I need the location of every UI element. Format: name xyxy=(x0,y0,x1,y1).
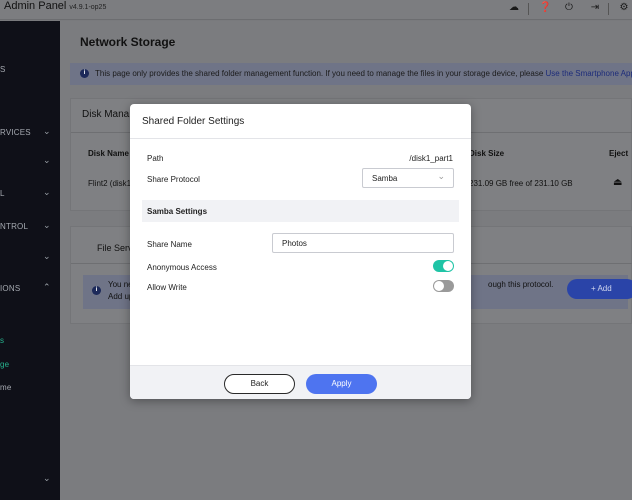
info-text-line3: ough this protocol. xyxy=(488,280,554,289)
chevron-down-icon: ⌄ xyxy=(43,251,51,261)
eject-icon[interactable]: ⏏ xyxy=(613,177,622,188)
sidebar-item-10[interactable]: me xyxy=(0,381,60,395)
sidebar-item-label: S xyxy=(0,65,6,74)
notice-text: This page only provides the shared folde… xyxy=(95,69,632,78)
divider xyxy=(608,3,609,15)
sidebar-item-2[interactable]: RVICES ⌄ xyxy=(0,126,60,140)
app-version: v4.9.1-op25 xyxy=(69,4,107,11)
dialog-footer: Back Apply xyxy=(130,365,471,399)
app-title: Admin Panel v4.9.1-op25 xyxy=(4,0,106,12)
info-icon: i xyxy=(92,286,101,295)
chevron-down-icon: ⌄ xyxy=(43,126,51,136)
back-button[interactable]: Back xyxy=(224,374,295,394)
logout-icon[interactable]: ⇥ xyxy=(589,2,601,14)
share-protocol-select[interactable]: Samba ⌄ xyxy=(362,168,454,188)
dialog-header: Shared Folder Settings xyxy=(130,104,471,139)
toggle-knob xyxy=(434,281,444,291)
dialog-title: Shared Folder Settings xyxy=(142,116,245,127)
toggle-knob xyxy=(443,261,453,271)
share-name-value: Photos xyxy=(282,239,307,248)
sidebar-item-label: L xyxy=(0,189,5,198)
sidebar-item-5[interactable]: NTROL ⌄ xyxy=(0,220,60,234)
chevron-up-icon: ⌃ xyxy=(43,282,51,292)
sidebar: S RVICES ⌄ ⌄ L ⌄ NTROL ⌄ ⌄ IONS ⌃ s ge me ⌄ xyxy=(0,21,60,500)
card-title: Disk Mana xyxy=(82,109,130,120)
apply-button[interactable]: Apply xyxy=(306,374,377,394)
sidebar-item-7[interactable]: IONS ⌃ xyxy=(0,282,60,296)
section-title: Samba Settings xyxy=(147,207,208,216)
path-value: /disk1_part1 xyxy=(409,154,453,163)
add-button[interactable]: + Add xyxy=(567,279,632,299)
notice-message: This page only provides the shared folde… xyxy=(95,69,544,78)
top-bar: Admin Panel v4.9.1-op25 ☁ ❓ ⏻ ⇥ ⚙ xyxy=(0,0,632,20)
chevron-down-icon: ⌄ xyxy=(437,171,445,181)
help-icon[interactable]: ❓ xyxy=(539,2,551,14)
anonymous-access-label: Anonymous Access xyxy=(147,263,217,272)
smartphone-app-link[interactable]: Use the Smartphone App xyxy=(546,69,632,78)
sidebar-item-label: NTROL xyxy=(0,222,29,231)
disk-size-cell: 231.09 GB free of 231.10 GB xyxy=(469,179,573,188)
sidebar-item-6[interactable]: ⌄ xyxy=(0,251,60,265)
sidebar-item-12[interactable]: ⌄ xyxy=(0,473,60,487)
shared-folder-settings-dialog: Shared Folder Settings Path /disk1_part1… xyxy=(130,104,471,399)
anonymous-access-toggle[interactable] xyxy=(433,260,454,272)
sidebar-item-label: RVICES xyxy=(0,128,31,137)
add-button-label: Add xyxy=(597,284,612,293)
disk-name-cell: Flint2 (disk1 xyxy=(88,179,132,188)
sidebar-item-3[interactable]: ⌄ xyxy=(0,155,60,169)
tab-file-service[interactable]: File Serv xyxy=(97,243,133,253)
column-header-eject: Eject xyxy=(609,149,629,158)
chevron-down-icon: ⌄ xyxy=(43,220,51,230)
sidebar-item-label: s xyxy=(0,336,5,345)
allow-write-label: Allow Write xyxy=(147,283,187,292)
settings-icon[interactable]: ⚙ xyxy=(618,2,630,14)
chevron-down-icon: ⌄ xyxy=(43,187,51,197)
sidebar-item-network-storage[interactable]: ge xyxy=(0,358,60,372)
divider xyxy=(528,3,529,15)
column-header-disk-name: Disk Name xyxy=(88,149,129,158)
sidebar-item-label: IONS xyxy=(0,284,21,293)
sidebar-item-label: me xyxy=(0,383,12,392)
sidebar-item-1[interactable]: S xyxy=(0,63,60,77)
info-icon: i xyxy=(80,69,89,78)
sidebar-item-8[interactable]: s xyxy=(0,334,60,348)
chevron-down-icon: ⌄ xyxy=(43,155,51,165)
samba-settings-section: Samba Settings xyxy=(142,200,459,222)
page-title: Network Storage xyxy=(80,35,176,49)
chevron-down-icon: ⌄ xyxy=(43,473,51,483)
column-header-disk-size: Disk Size xyxy=(469,149,505,158)
cloud-icon[interactable]: ☁ xyxy=(508,2,520,14)
share-name-input[interactable]: Photos xyxy=(272,233,454,253)
notice-banner: i This page only provides the shared fol… xyxy=(70,63,632,85)
info-text-line1: You ne xyxy=(108,280,133,289)
app-title-text: Admin Panel xyxy=(4,0,67,12)
power-icon[interactable]: ⏻ xyxy=(563,2,575,14)
path-label: Path xyxy=(147,154,164,163)
sidebar-item-label: ge xyxy=(0,360,10,369)
share-name-label: Share Name xyxy=(147,240,192,249)
allow-write-toggle[interactable] xyxy=(433,280,454,292)
share-protocol-value: Samba xyxy=(372,174,398,183)
share-protocol-label: Share Protocol xyxy=(147,175,200,184)
sidebar-item-4[interactable]: L ⌄ xyxy=(0,187,60,201)
